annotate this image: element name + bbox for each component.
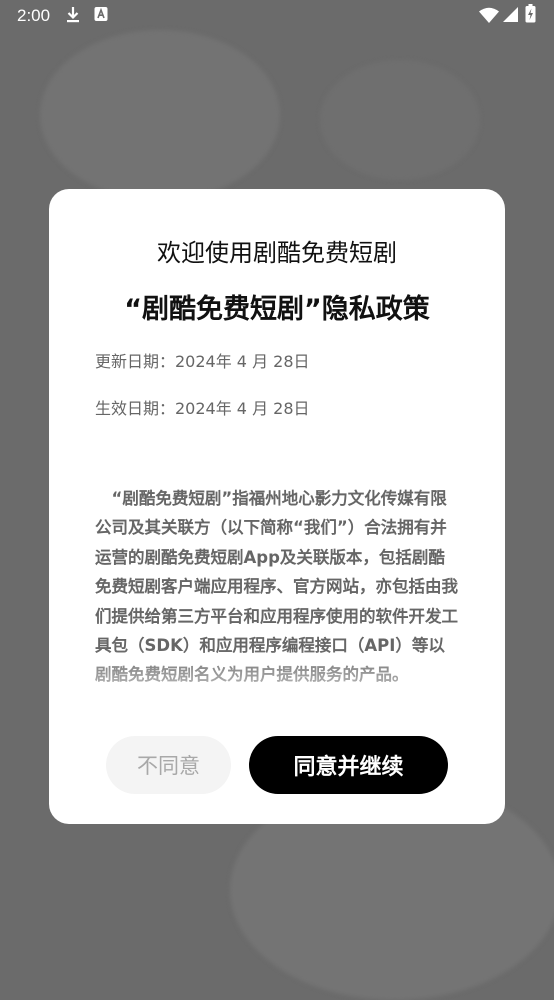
background-blob (40, 30, 280, 200)
background-blob (320, 60, 480, 180)
app-notification-icon (94, 6, 108, 26)
wifi-icon (479, 7, 499, 27)
disagree-button[interactable]: 不同意 (106, 736, 231, 794)
status-bar: 2:00 (0, 0, 554, 30)
battery-icon (525, 4, 536, 27)
status-time: 2:00 (17, 6, 51, 25)
dialog-welcome-title: 欢迎使用剧酷免费短剧 (157, 239, 397, 267)
dialog-policy-title: “剧酷免费短剧”隐私政策 (124, 294, 430, 325)
agree-continue-button[interactable]: 同意并继续 (249, 736, 448, 794)
updated-date: 更新日期：2024年 4 月 28日 (95, 352, 310, 371)
effective-date: 生效日期：2024年 4 月 28日 (95, 399, 310, 418)
policy-body-text[interactable]: “剧酷免费短剧”指福州地心影力文化传媒有限公司及其关联方（以下简称“我们”）合法… (95, 484, 461, 692)
download-icon (66, 6, 80, 28)
signal-icon (503, 7, 518, 26)
privacy-policy-dialog: 欢迎使用剧酷免费短剧 “剧酷免费短剧”隐私政策 更新日期：2024年 4 月 2… (49, 189, 505, 824)
